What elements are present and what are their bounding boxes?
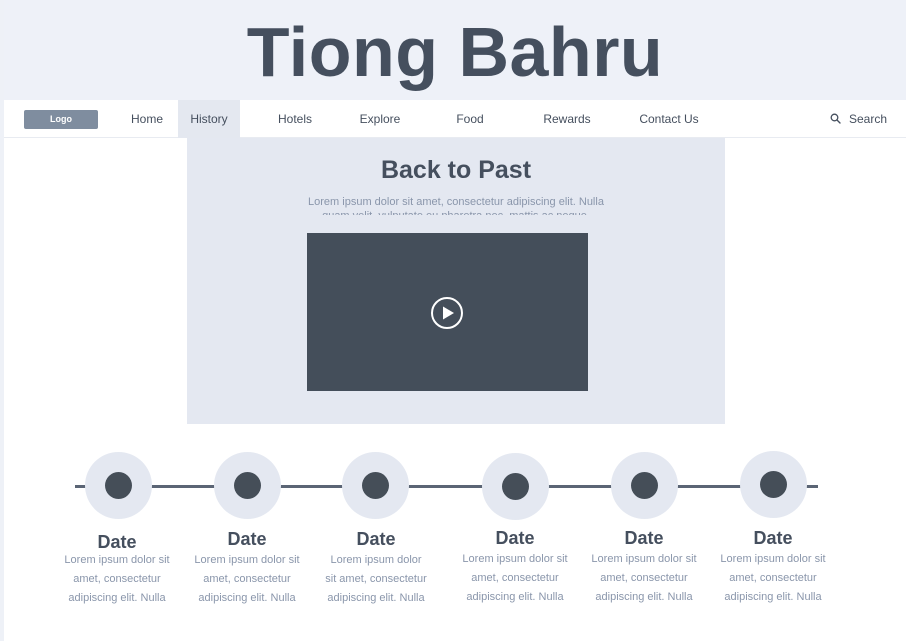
nav-item-history[interactable]: History (178, 100, 240, 138)
timeline-date: Date (97, 532, 137, 552)
search-icon (830, 113, 841, 124)
timeline-date: Date (495, 528, 535, 548)
timeline-marker[interactable] (502, 473, 529, 500)
timeline-marker-halo (342, 452, 409, 519)
timeline-marker[interactable] (234, 472, 261, 499)
search-label: Search (849, 112, 888, 126)
site-title: Tiong Bahru (246, 13, 664, 91)
timeline-text-line: Lorem ipsum dolor sit (591, 553, 697, 565)
timeline-text-line: adipiscing elit. Nulla (595, 591, 693, 603)
timeline-date: Date (753, 528, 793, 548)
timeline-text-line: Lorem ipsum dolor sit (64, 554, 170, 566)
timeline-text-line: Lorem ipsum dolor sit (720, 553, 826, 565)
timeline-marker-halo (482, 453, 549, 520)
timeline-text-line: sit amet, consectetur (325, 573, 427, 585)
timeline-marker-halo (214, 452, 281, 519)
timeline-text-line: adipiscing elit. Nulla (724, 591, 822, 603)
timeline-marker[interactable] (105, 472, 132, 499)
timeline-date: Date (624, 528, 664, 548)
timeline-text-line: amet, consectetur (73, 573, 161, 585)
page: Tiong Bahru Logo Home History Hotels Exp… (4, 0, 906, 641)
hero-title: Back to Past (380, 156, 532, 184)
logo[interactable]: Logo (24, 110, 98, 129)
nav-item-food[interactable]: Food (452, 100, 488, 138)
timeline-date: Date (356, 529, 396, 549)
timeline-text-line: Lorem ipsum dolor (330, 554, 422, 566)
timeline-marker-halo (85, 452, 152, 519)
timeline-text-line: adipiscing elit. Nulla (68, 592, 166, 604)
timeline-text-line: amet, consectetur (600, 572, 688, 584)
video-player[interactable] (307, 233, 588, 391)
timeline-text-line: adipiscing elit. Nulla (198, 592, 296, 604)
timeline-text-line: amet, consectetur (203, 573, 291, 585)
nav-item-home[interactable]: Home (126, 100, 168, 138)
timeline-marker[interactable] (362, 472, 389, 499)
timeline-text-line: Lorem ipsum dolor sit (462, 553, 568, 565)
timeline-text: Lorem ipsum dolor sit amet, consectetur … (715, 550, 831, 607)
timeline-text: Lorem ipsum dolor sit amet, consectetur … (59, 551, 175, 608)
timeline-text-line: Lorem ipsum dolor sit (194, 554, 300, 566)
timeline-text: Lorem ipsum dolor sit amet, consectetur … (457, 550, 573, 607)
timeline-text: Lorem ipsum dolor sit amet, consectetur … (189, 551, 305, 608)
nav-bar: Logo Home History Hotels Explore Food Re… (4, 100, 906, 138)
timeline-text-line: adipiscing elit. Nulla (327, 592, 425, 604)
nav-item-rewards[interactable]: Rewards (540, 100, 594, 138)
timeline-marker[interactable] (631, 472, 658, 499)
nav-item-hotels[interactable]: Hotels (270, 100, 320, 138)
hero-text: Lorem ipsum dolor sit amet, consectetur … (308, 196, 604, 215)
timeline-marker-halo (611, 452, 678, 519)
timeline-text: Lorem ipsum dolor sit amet, consectetur … (586, 550, 702, 607)
nav-item-explore[interactable]: Explore (354, 100, 406, 138)
timeline-marker-halo (740, 451, 807, 518)
site-header: Tiong Bahru (4, 0, 906, 100)
timeline-text-line: adipiscing elit. Nulla (466, 591, 564, 603)
timeline-date: Date (227, 529, 267, 549)
timeline: Date Lorem ipsum dolor sit amet, consect… (4, 440, 906, 640)
timeline-text-line: amet, consectetur (471, 572, 559, 584)
timeline-text-line: amet, consectetur (729, 572, 817, 584)
timeline-line (75, 485, 818, 488)
hero-section: Back to Past Lorem ipsum dolor sit amet,… (187, 138, 725, 424)
nav-item-contact-us[interactable]: Contact Us (634, 100, 704, 138)
timeline-text: Lorem ipsum dolor sit amet, consectetur … (318, 551, 434, 608)
play-icon[interactable] (430, 296, 464, 330)
timeline-marker[interactable] (760, 471, 787, 498)
